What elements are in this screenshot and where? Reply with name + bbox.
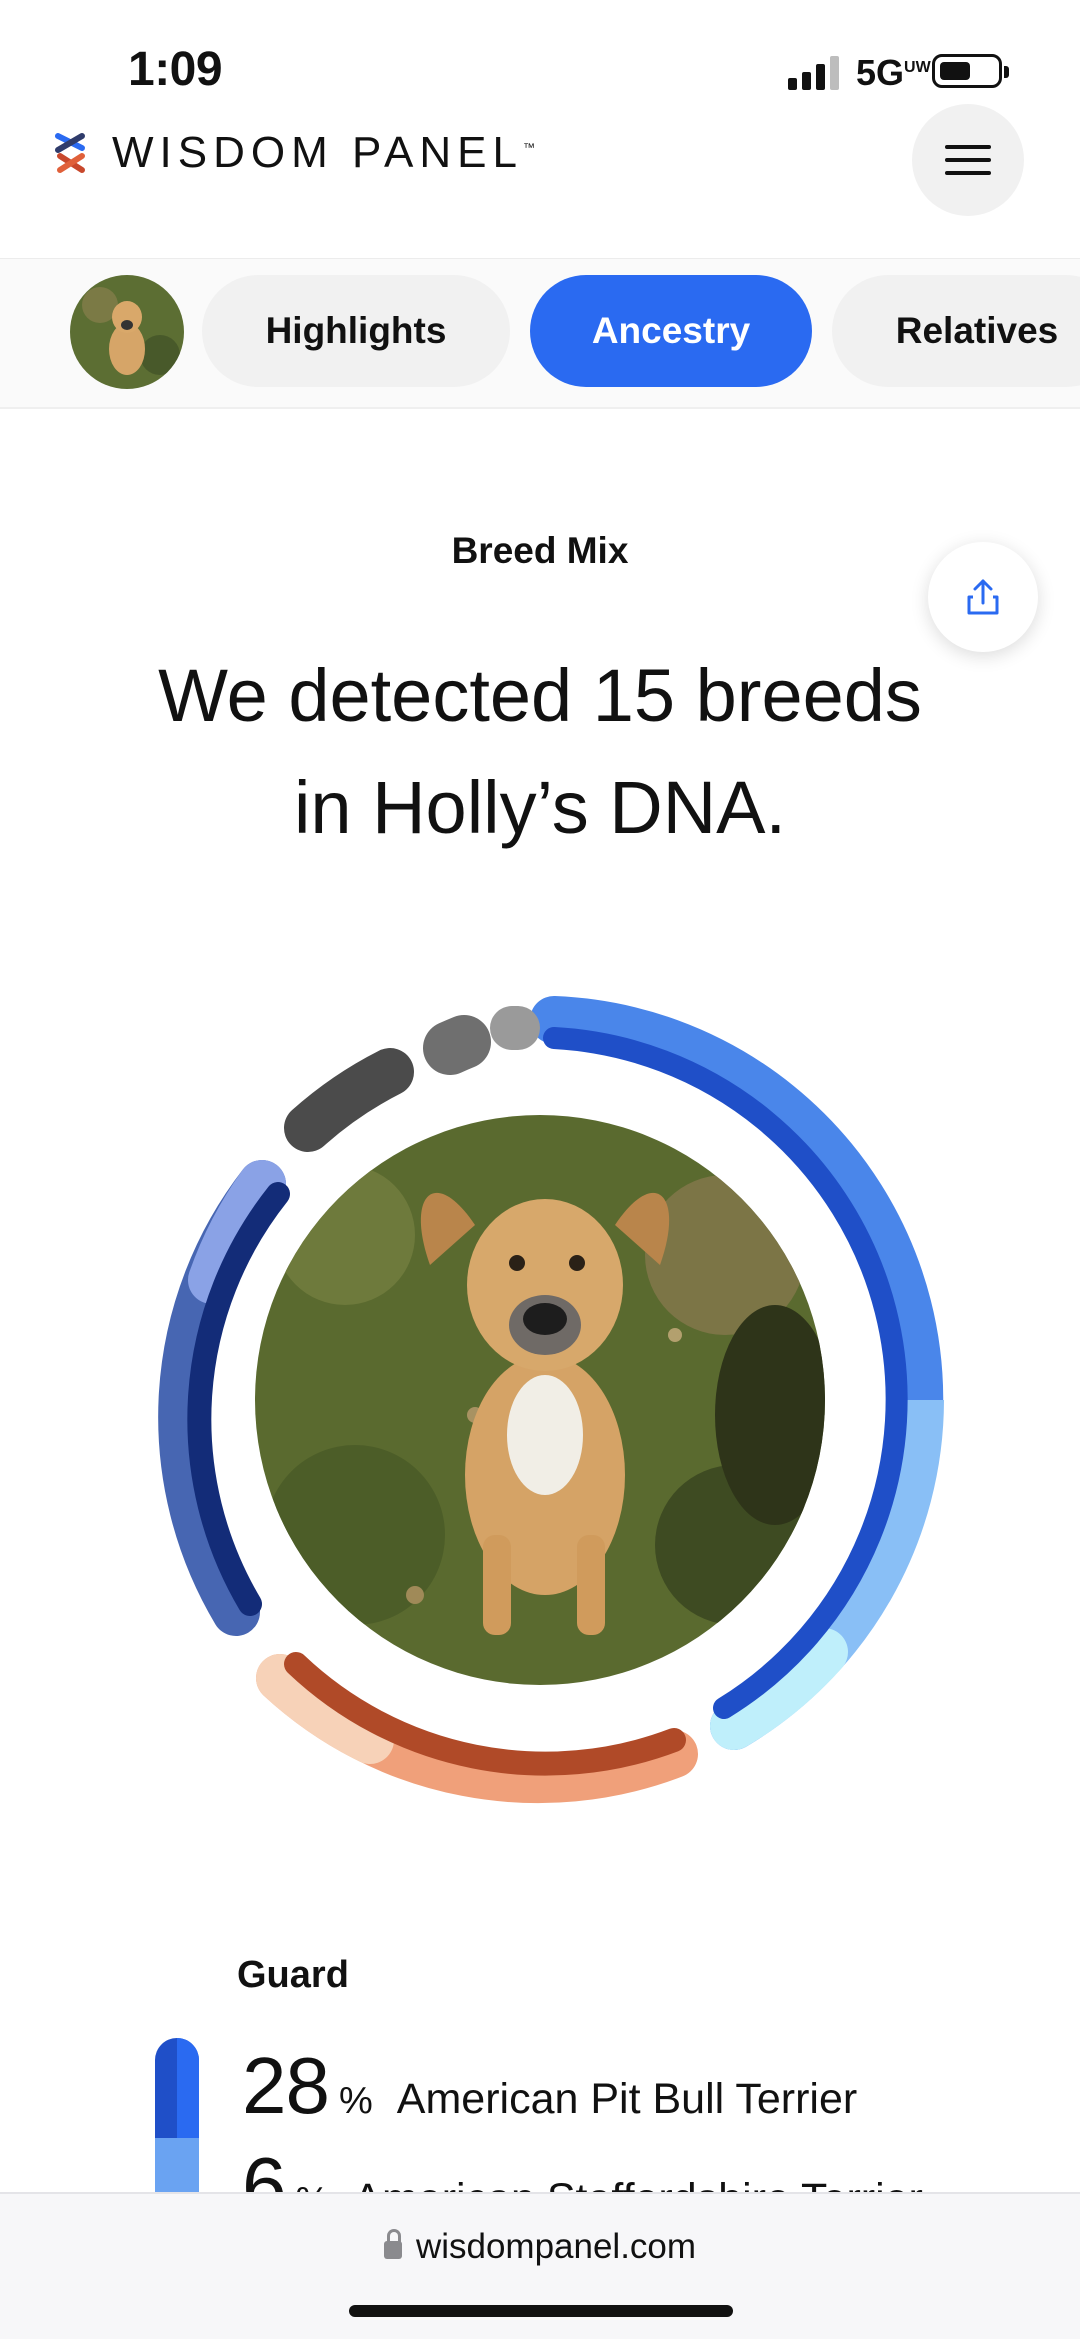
breed-percent: 28: [242, 2040, 329, 2132]
share-icon[interactable]: [928, 542, 1038, 652]
ring-segment-gray-mid: [450, 1042, 464, 1048]
tab-ancestry[interactable]: Ancestry: [530, 275, 812, 387]
pet-photo: [255, 1115, 825, 1685]
headline-line-1: We detected 15 breeds: [90, 640, 990, 752]
breed-group-color-bar: [155, 2038, 199, 2198]
percent-sign: %: [339, 2080, 373, 2123]
site-header: WISDOM PANEL™: [0, 110, 1080, 260]
home-indicator[interactable]: [349, 2305, 733, 2317]
cellular-signal-icon: [788, 56, 839, 90]
hamburger-menu-icon[interactable]: [912, 104, 1024, 216]
url-display[interactable]: wisdompanel.com: [0, 2227, 1080, 2267]
breed-name: American Pit Bull Terrier: [397, 2075, 857, 2124]
status-time: 1:09: [128, 42, 222, 97]
tab-highlights[interactable]: Highlights: [202, 275, 510, 387]
battery-icon: [932, 54, 1002, 88]
headline-line-2: in Holly’s DNA.: [90, 752, 990, 864]
wisdom-panel-logo-icon: [52, 128, 90, 178]
tab-relatives[interactable]: Relatives: [832, 275, 1080, 387]
network-indicator: 5GUW: [856, 52, 931, 94]
brand-name[interactable]: WISDOM PANEL™: [112, 128, 535, 178]
page-headline: We detected 15 breeds in Holly’s DNA.: [90, 640, 990, 864]
report-tabs: Highlights Ancestry Relatives: [0, 258, 1080, 409]
browser-address-bar[interactable]: wisdompanel.com: [0, 2192, 1080, 2339]
breed-mix-ring[interactable]: [120, 980, 960, 1820]
pet-avatar[interactable]: [70, 275, 184, 389]
section-eyebrow: Breed Mix: [0, 530, 1080, 572]
breed-row[interactable]: 28 % American Pit Bull Terrier: [242, 2040, 857, 2132]
breed-group-title: Guard: [237, 1954, 349, 1997]
lock-icon: [384, 2241, 402, 2259]
